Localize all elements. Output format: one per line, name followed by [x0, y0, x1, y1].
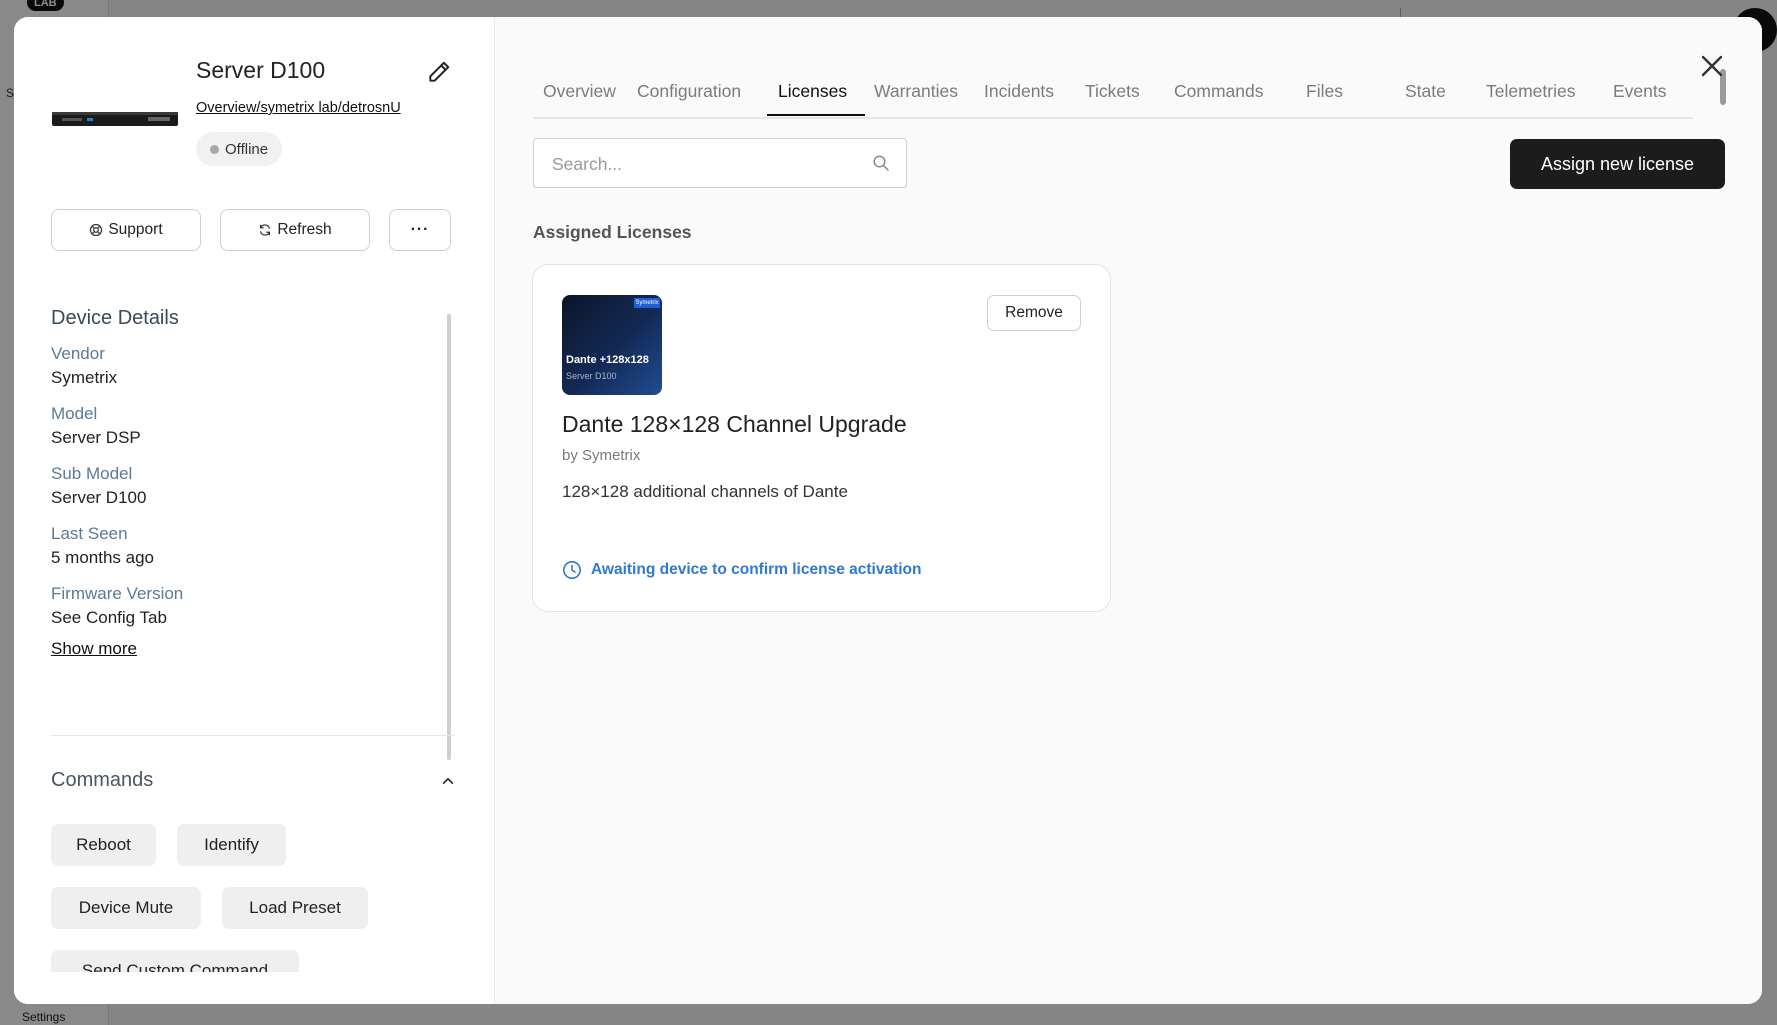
tab-bar: Overview Configuration Licenses Warranti…	[533, 61, 1693, 119]
show-more-link[interactable]: Show more	[51, 639, 137, 659]
command-device-mute-button[interactable]: Device Mute	[51, 887, 201, 929]
section-divider	[51, 735, 455, 736]
status-dot-icon	[210, 144, 219, 154]
license-status-text: Awaiting device to confirm license activ…	[591, 561, 922, 578]
license-description: 128×128 additional channels of Dante	[562, 482, 848, 501]
tab-state[interactable]: State	[1405, 81, 1446, 102]
detail-field-last-seen: Last Seen 5 months ago	[51, 524, 441, 568]
support-label: Support	[108, 221, 163, 238]
field-value: Server D100	[51, 488, 147, 507]
field-value: Server DSP	[51, 428, 141, 447]
brand-logo: Symetrix	[634, 298, 660, 308]
tab-licenses[interactable]: Licenses	[778, 81, 847, 102]
detail-field-sub-model: Sub Model Server D100	[51, 464, 441, 508]
active-tab-indicator	[767, 114, 865, 116]
tab-incidents[interactable]: Incidents	[984, 81, 1054, 102]
tab-telemetries[interactable]: Telemetries	[1486, 81, 1575, 102]
license-name: Dante 128×128 Channel Upgrade	[562, 411, 907, 437]
tab-configuration[interactable]: Configuration	[637, 81, 741, 102]
tab-tickets[interactable]: Tickets	[1085, 81, 1140, 102]
commands-section-toggle[interactable]: Commands	[51, 769, 455, 792]
license-card: Symetrix Dante +128x128 Server D100 Remo…	[532, 264, 1111, 612]
detail-field-vendor: Vendor Symetrix	[51, 344, 441, 388]
tab-overview[interactable]: Overview	[543, 81, 616, 102]
license-vendor: by Symetrix	[562, 447, 641, 464]
device-modal: Server D100 Overview/symetrix lab/detros…	[14, 17, 1762, 1004]
thumbnail-title: Dante +128x128	[566, 354, 649, 366]
license-search-input[interactable]	[550, 139, 854, 189]
tab-commands[interactable]: Commands	[1174, 81, 1263, 102]
field-value: Symetrix	[51, 368, 118, 387]
tab-warranties[interactable]: Warranties	[874, 81, 958, 102]
device-details-title: Device Details	[51, 307, 179, 329]
commands-title: Commands	[51, 769, 154, 791]
tab-files[interactable]: Files	[1306, 81, 1343, 102]
status-label: Offline	[225, 140, 269, 158]
device-sidebar: Server D100 Overview/symetrix lab/detros…	[14, 17, 495, 1004]
status-badge: Offline	[196, 132, 283, 166]
refresh-button[interactable]: Refresh	[220, 209, 370, 251]
device-breadcrumb-link[interactable]: Overview/symetrix lab/detrosnU	[196, 100, 401, 116]
field-label: Vendor	[51, 344, 105, 363]
device-details-section: Device Details Vendor Symetrix Model Ser…	[51, 307, 441, 659]
more-options-button[interactable]: ···	[389, 209, 451, 251]
assign-new-license-button[interactable]: Assign new license	[1510, 139, 1725, 189]
command-load-preset-button[interactable]: Load Preset	[222, 887, 368, 929]
thumbnail-subtitle: Server D100	[566, 371, 617, 381]
field-label: Sub Model	[51, 464, 133, 483]
lifebuoy-icon	[90, 223, 103, 237]
chevron-up-icon	[442, 777, 454, 784]
support-button[interactable]: Support	[51, 209, 201, 251]
sidebar-bottom-fade	[14, 972, 494, 1004]
clock-icon	[563, 561, 581, 579]
sidebar-scrollbar[interactable]	[447, 314, 451, 760]
edit-pencil-icon[interactable]	[426, 59, 452, 85]
device-title: Server D100	[196, 57, 326, 83]
tab-events[interactable]: Events	[1613, 81, 1667, 102]
field-label: Last Seen	[51, 524, 128, 543]
license-search-box	[533, 138, 907, 189]
license-panel: Overview Configuration Licenses Warranti…	[495, 17, 1762, 1004]
detail-field-model: Model Server DSP	[51, 404, 441, 448]
license-thumbnail: Symetrix Dante +128x128 Server D100	[562, 295, 662, 395]
refresh-label: Refresh	[277, 221, 332, 238]
search-icon	[873, 155, 889, 171]
field-value: See Config Tab	[51, 608, 167, 627]
assigned-licenses-title: Assigned Licenses	[533, 222, 692, 242]
field-value: 5 months ago	[51, 548, 155, 567]
command-reboot-button[interactable]: Reboot	[51, 824, 156, 866]
field-label: Model	[51, 404, 98, 423]
field-label: Firmware Version	[51, 584, 184, 603]
detail-field-firmware: Firmware Version See Config Tab	[51, 584, 441, 628]
remove-license-button[interactable]: Remove	[987, 295, 1081, 331]
refresh-icon	[260, 224, 271, 236]
device-image	[52, 112, 178, 126]
close-icon[interactable]	[1697, 51, 1727, 81]
license-status: Awaiting device to confirm license activ…	[562, 560, 921, 580]
ellipsis-icon: ···	[410, 221, 430, 238]
command-identify-button[interactable]: Identify	[177, 824, 286, 866]
